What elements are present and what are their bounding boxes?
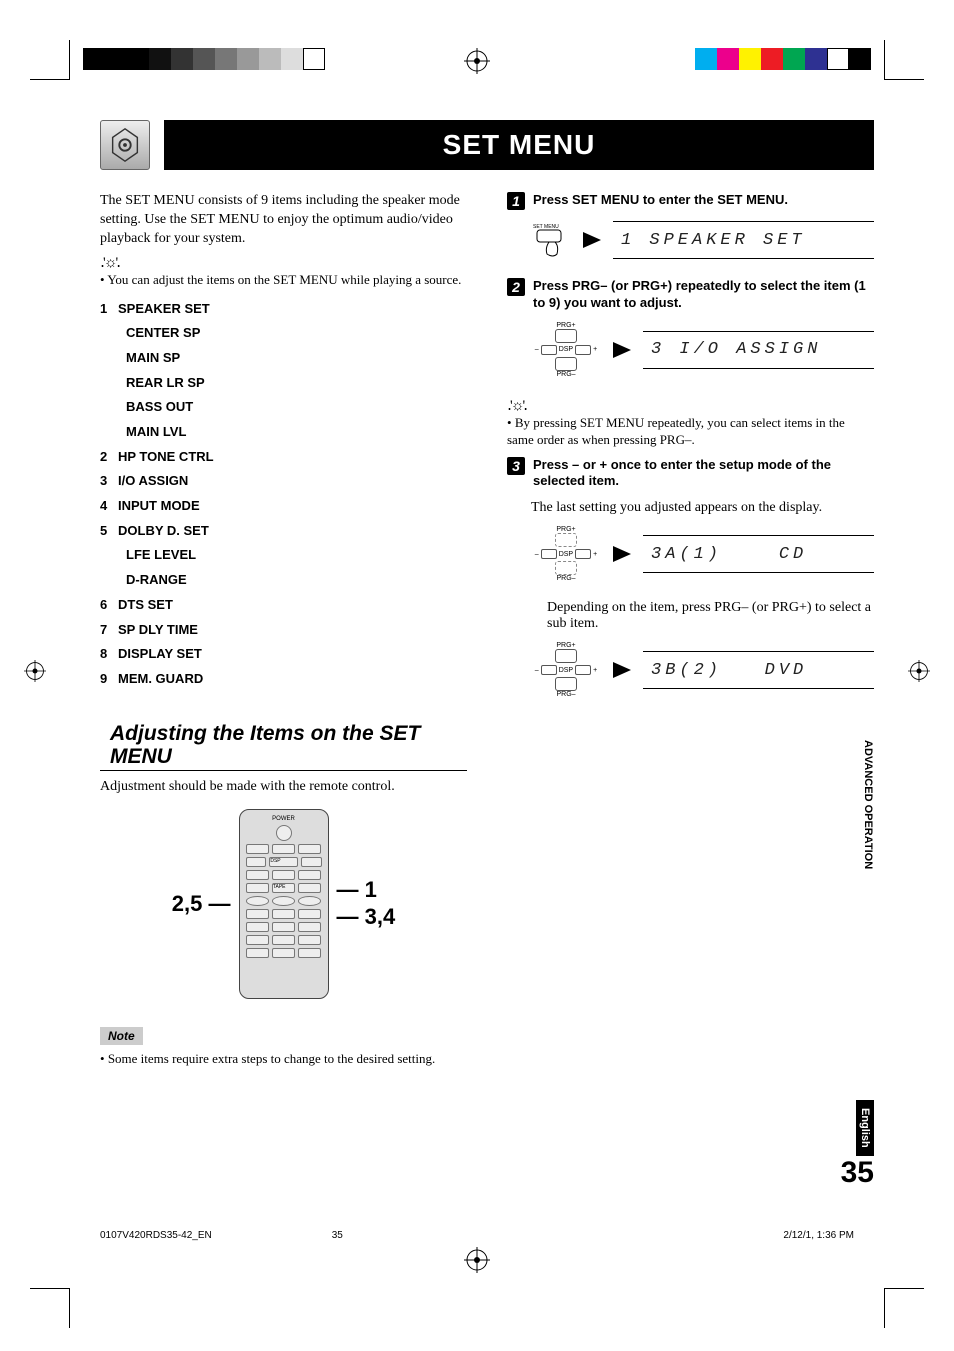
step-3b-body: Depending on the item, press PRG– (or PR… [547,600,874,632]
section-heading: Adjusting the Items on the SET MENU [100,718,467,771]
press-button-icon: SET MENU [531,220,571,260]
step-badge: 1 [507,192,525,210]
tip-icon: ․'☼'․ [100,253,119,272]
cursor-pad-icon: PRG+ –DSP+ PRG– [531,322,601,378]
arrow-right-icon [583,232,601,248]
tip-icon: ․'☼'․ [507,396,526,415]
footer-filename: 0107V420RDS35-42_EN [100,1230,212,1241]
registration-mark-icon [24,660,46,687]
step-badge: 3 [507,457,525,475]
print-registration-top [0,0,954,80]
tip-text-2: By pressing SET MENU repeatedly, you can… [507,415,874,449]
page-number: 35 [100,1156,874,1190]
lcd-display: 3 I/O ASSIGN [643,331,874,369]
remote-control-icon: POWER DSP TAPE [239,809,329,999]
tip-text: You can adjust the items on the SET MENU… [100,272,467,289]
step-3-body: The last setting you adjusted appears on… [531,500,874,516]
remote-diagram: 2,5 — POWER DSP TAPE — 1— 3,4 [100,809,467,999]
callout-left: 2,5 — [172,891,231,917]
grayscale-bar [83,48,325,70]
menu-list: 1SPEAKER SET CENTER SP MAIN SP REAR LR S… [100,297,467,692]
step-3-text: Press – or + once to enter the setup mod… [533,457,870,491]
svg-text:SET MENU: SET MENU [533,224,559,230]
print-footer: 0107V420RDS35-42_EN 35 2/12/1, 1:36 PM [0,1230,954,1241]
cursor-pad-icon: PRG+ –DSP+ PRG– [531,526,601,582]
step-1-text: Press SET MENU to enter the SET MENU. [533,192,870,209]
footer-page: 35 [332,1230,744,1241]
lcd-display: 3A(1) CD [643,535,874,573]
section-icon [100,120,150,170]
registration-mark-icon [908,660,930,687]
crop-mark [884,40,924,80]
arrow-right-icon [613,662,631,678]
crop-mark [30,1288,70,1328]
note-text: Some items require extra steps to change… [100,1051,467,1068]
callout-right: — 1— 3,4 [337,877,396,930]
crop-mark [30,40,70,80]
print-registration-bottom [0,1278,954,1328]
page-title: SET MENU [164,120,874,170]
lcd-display: 1 SPEAKER SET [613,221,874,259]
lcd-display: 3B(2) DVD [643,651,874,689]
registration-mark-icon [0,1247,954,1278]
footer-timestamp: 2/12/1, 1:36 PM [783,1230,854,1241]
adjust-intro: Adjustment should be made with the remot… [100,779,467,795]
cursor-pad-icon: PRG+ –DSP+ PRG– [531,642,601,698]
step-badge: 2 [507,278,525,296]
arrow-right-icon [613,342,631,358]
crop-mark [884,1288,924,1328]
registration-mark-icon [464,48,490,79]
color-bar [695,48,871,70]
side-tab-english: English [856,1100,874,1156]
intro-text: The SET MENU consists of 9 items includi… [100,192,467,249]
arrow-right-icon [613,546,631,562]
note-label: Note [100,1027,143,1045]
side-tab-operation: ADVANCED OPERATION [862,740,874,869]
step-2-text: Press PRG– (or PRG+) repeatedly to selec… [533,278,870,312]
